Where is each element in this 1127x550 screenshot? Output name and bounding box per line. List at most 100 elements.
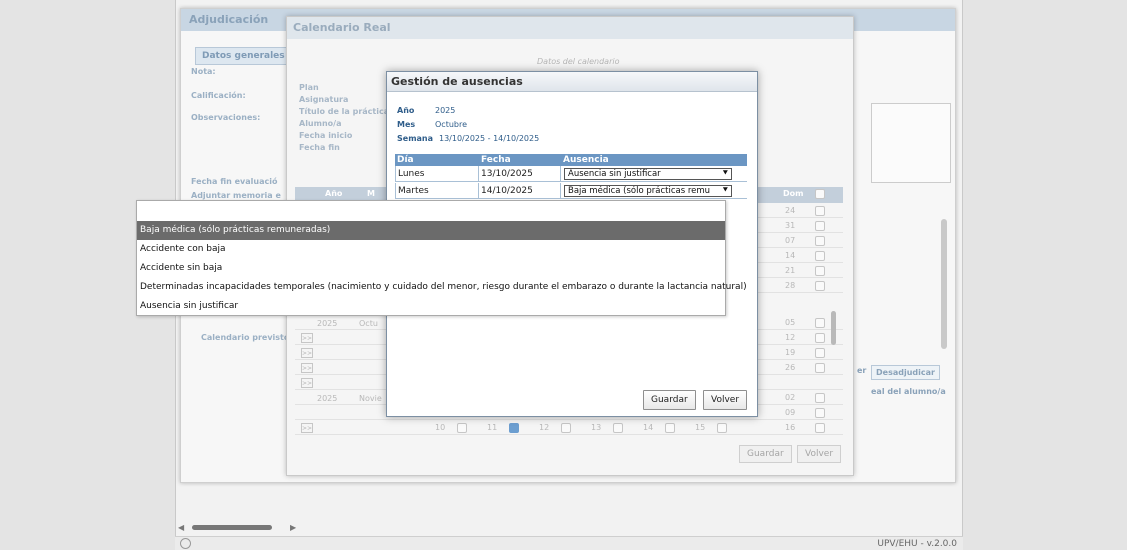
- day-checkbox[interactable]: [815, 423, 825, 433]
- volver-button[interactable]: Volver: [703, 390, 748, 410]
- day-checkbox[interactable]: [665, 423, 675, 433]
- day-checkbox[interactable]: [815, 281, 825, 291]
- calendario-titlebar: Calendario Real: [287, 17, 853, 39]
- observaciones-label: Observaciones:: [191, 113, 261, 122]
- horizontal-scrollbar[interactable]: ◀ ▶: [178, 523, 298, 532]
- adjudicacion-title: Adjudicación: [189, 13, 269, 26]
- plan-label: Plan: [299, 83, 319, 92]
- fecha-fin-evaluacion-label: Fecha fin evaluació: [191, 177, 278, 186]
- dropdown-option[interactable]: Accidente sin baja: [137, 259, 725, 278]
- day-checkbox[interactable]: [815, 348, 825, 358]
- chevron-down-icon: ⯆: [721, 186, 729, 196]
- dom-day: 07: [785, 236, 796, 245]
- asignatura-label: Asignatura: [299, 95, 349, 104]
- semana-label: Semana: [397, 134, 434, 143]
- alumno-label: Alumno/a: [299, 119, 342, 128]
- ausencia-select[interactable]: Ausencia sin justificar ⯆: [564, 168, 732, 180]
- day-checkbox[interactable]: [717, 423, 727, 433]
- day-checkbox-checked[interactable]: [509, 423, 519, 433]
- desadjudicar-button[interactable]: Desadjudicar: [871, 365, 940, 380]
- adjudicacion-scrollbar[interactable]: [941, 219, 947, 349]
- mes-label: Mes: [397, 120, 416, 129]
- col-dia: Día: [397, 155, 414, 165]
- day-checkbox[interactable]: [561, 423, 571, 433]
- ausencia-select[interactable]: Baja médica (sólo prácticas remu ⯆: [564, 185, 732, 197]
- anio-label: Año: [397, 106, 415, 115]
- day-checkbox[interactable]: [457, 423, 467, 433]
- day-number: 10: [435, 423, 446, 432]
- dom-day: 21: [785, 266, 796, 275]
- horizontal-scroll-thumb[interactable]: [192, 525, 272, 530]
- scroll-left-icon[interactable]: ◀: [178, 523, 184, 532]
- col-fecha: Fecha: [481, 155, 511, 165]
- calendario-guardar-button[interactable]: Guardar: [739, 445, 792, 463]
- day-checkbox[interactable]: [815, 236, 825, 246]
- titulo-practica-label: Título de la práctica: [299, 107, 390, 116]
- day-number: 14: [643, 423, 654, 432]
- fecha-cell: 13/10/2025: [479, 166, 561, 182]
- calendario-volver-button[interactable]: Volver: [797, 445, 842, 463]
- tab-datos-generales[interactable]: Datos generales: [195, 47, 292, 65]
- select-all-checkbox[interactable]: [815, 189, 825, 199]
- ausencia-dropdown-list: Baja médica (sólo prácticas remuneradas)…: [136, 200, 747, 316]
- calendario-title: Calendario Real: [293, 21, 391, 34]
- expand-row-button[interactable]: >>: [301, 378, 313, 388]
- guardar-button[interactable]: Guardar: [643, 390, 696, 410]
- dom-day: 16: [785, 423, 796, 432]
- day-checkbox[interactable]: [815, 408, 825, 418]
- fecha-cell: 14/10/2025: [479, 183, 561, 199]
- dropdown-option[interactable]: Determinadas incapacidades temporales (n…: [137, 278, 747, 297]
- app-footer: UPV/EHU - v.2.0.0: [175, 536, 963, 550]
- calendario-scrollbar[interactable]: [831, 311, 836, 345]
- adjuntar-memoria-label: Adjuntar memoria e: [191, 191, 281, 200]
- partial-button[interactable]: er: [857, 366, 866, 375]
- day-checkbox[interactable]: [815, 393, 825, 403]
- ausencia-select-value: Baja médica (sólo prácticas remu: [568, 186, 711, 196]
- dom-day: 14: [785, 251, 796, 260]
- dropdown-option-selected[interactable]: Baja médica (sólo prácticas remuneradas): [137, 221, 725, 240]
- col-dom: Dom: [783, 189, 804, 198]
- scroll-right-icon[interactable]: ▶: [290, 523, 296, 532]
- table-row: Martes 14/10/2025 Baja médica (sólo prác…: [395, 183, 747, 199]
- calificacion-label: Calificación:: [191, 91, 246, 100]
- expand-row-button[interactable]: >>: [301, 348, 313, 358]
- calendario-previsto-label: Calendario previsto: [201, 333, 290, 342]
- gear-icon[interactable]: [180, 538, 191, 549]
- day-number: 15: [695, 423, 706, 432]
- dialog-titlebar: Gestión de ausencias: [387, 72, 757, 92]
- table-row: >> 10 11 12 13 14 15 16: [295, 422, 843, 435]
- version-label: UPV/EHU - v.2.0.0: [877, 539, 957, 549]
- dropdown-option[interactable]: Ausencia sin justificar: [137, 297, 725, 316]
- dom-day: 09: [785, 408, 796, 417]
- anio-value: 2025: [435, 106, 456, 115]
- fecha-inicio-label: Fecha inicio: [299, 131, 353, 140]
- col-mes: M: [367, 189, 375, 198]
- col-ausencia: Ausencia: [563, 155, 609, 165]
- table-row: Lunes 13/10/2025 Ausencia sin justificar…: [395, 166, 747, 182]
- calendario-real-link[interactable]: eal del alumno/a: [871, 387, 946, 396]
- dia-cell: Martes: [395, 183, 479, 199]
- dropdown-option[interactable]: Accidente con baja: [137, 240, 725, 259]
- day-checkbox[interactable]: [815, 221, 825, 231]
- observaciones-textarea[interactable]: [871, 103, 951, 183]
- day-checkbox[interactable]: [815, 266, 825, 276]
- expand-row-button[interactable]: >>: [301, 423, 313, 433]
- fecha-fin-label: Fecha fin: [299, 143, 340, 152]
- day-checkbox[interactable]: [815, 318, 825, 328]
- mes-value: Octubre: [435, 120, 468, 129]
- day-number: 12: [539, 423, 550, 432]
- dom-day: 28: [785, 281, 796, 290]
- day-checkbox[interactable]: [815, 206, 825, 216]
- dialog-title: Gestión de ausencias: [391, 75, 523, 88]
- day-checkbox[interactable]: [815, 251, 825, 261]
- dom-day: 31: [785, 221, 796, 230]
- dom-day: 02: [785, 393, 796, 402]
- dom-day: 24: [785, 206, 796, 215]
- expand-row-button[interactable]: >>: [301, 363, 313, 373]
- day-checkbox[interactable]: [613, 423, 623, 433]
- day-checkbox[interactable]: [815, 333, 825, 343]
- dom-day: 12: [785, 333, 796, 342]
- nota-label: Nota:: [191, 67, 216, 76]
- expand-row-button[interactable]: >>: [301, 333, 313, 343]
- day-checkbox[interactable]: [815, 363, 825, 373]
